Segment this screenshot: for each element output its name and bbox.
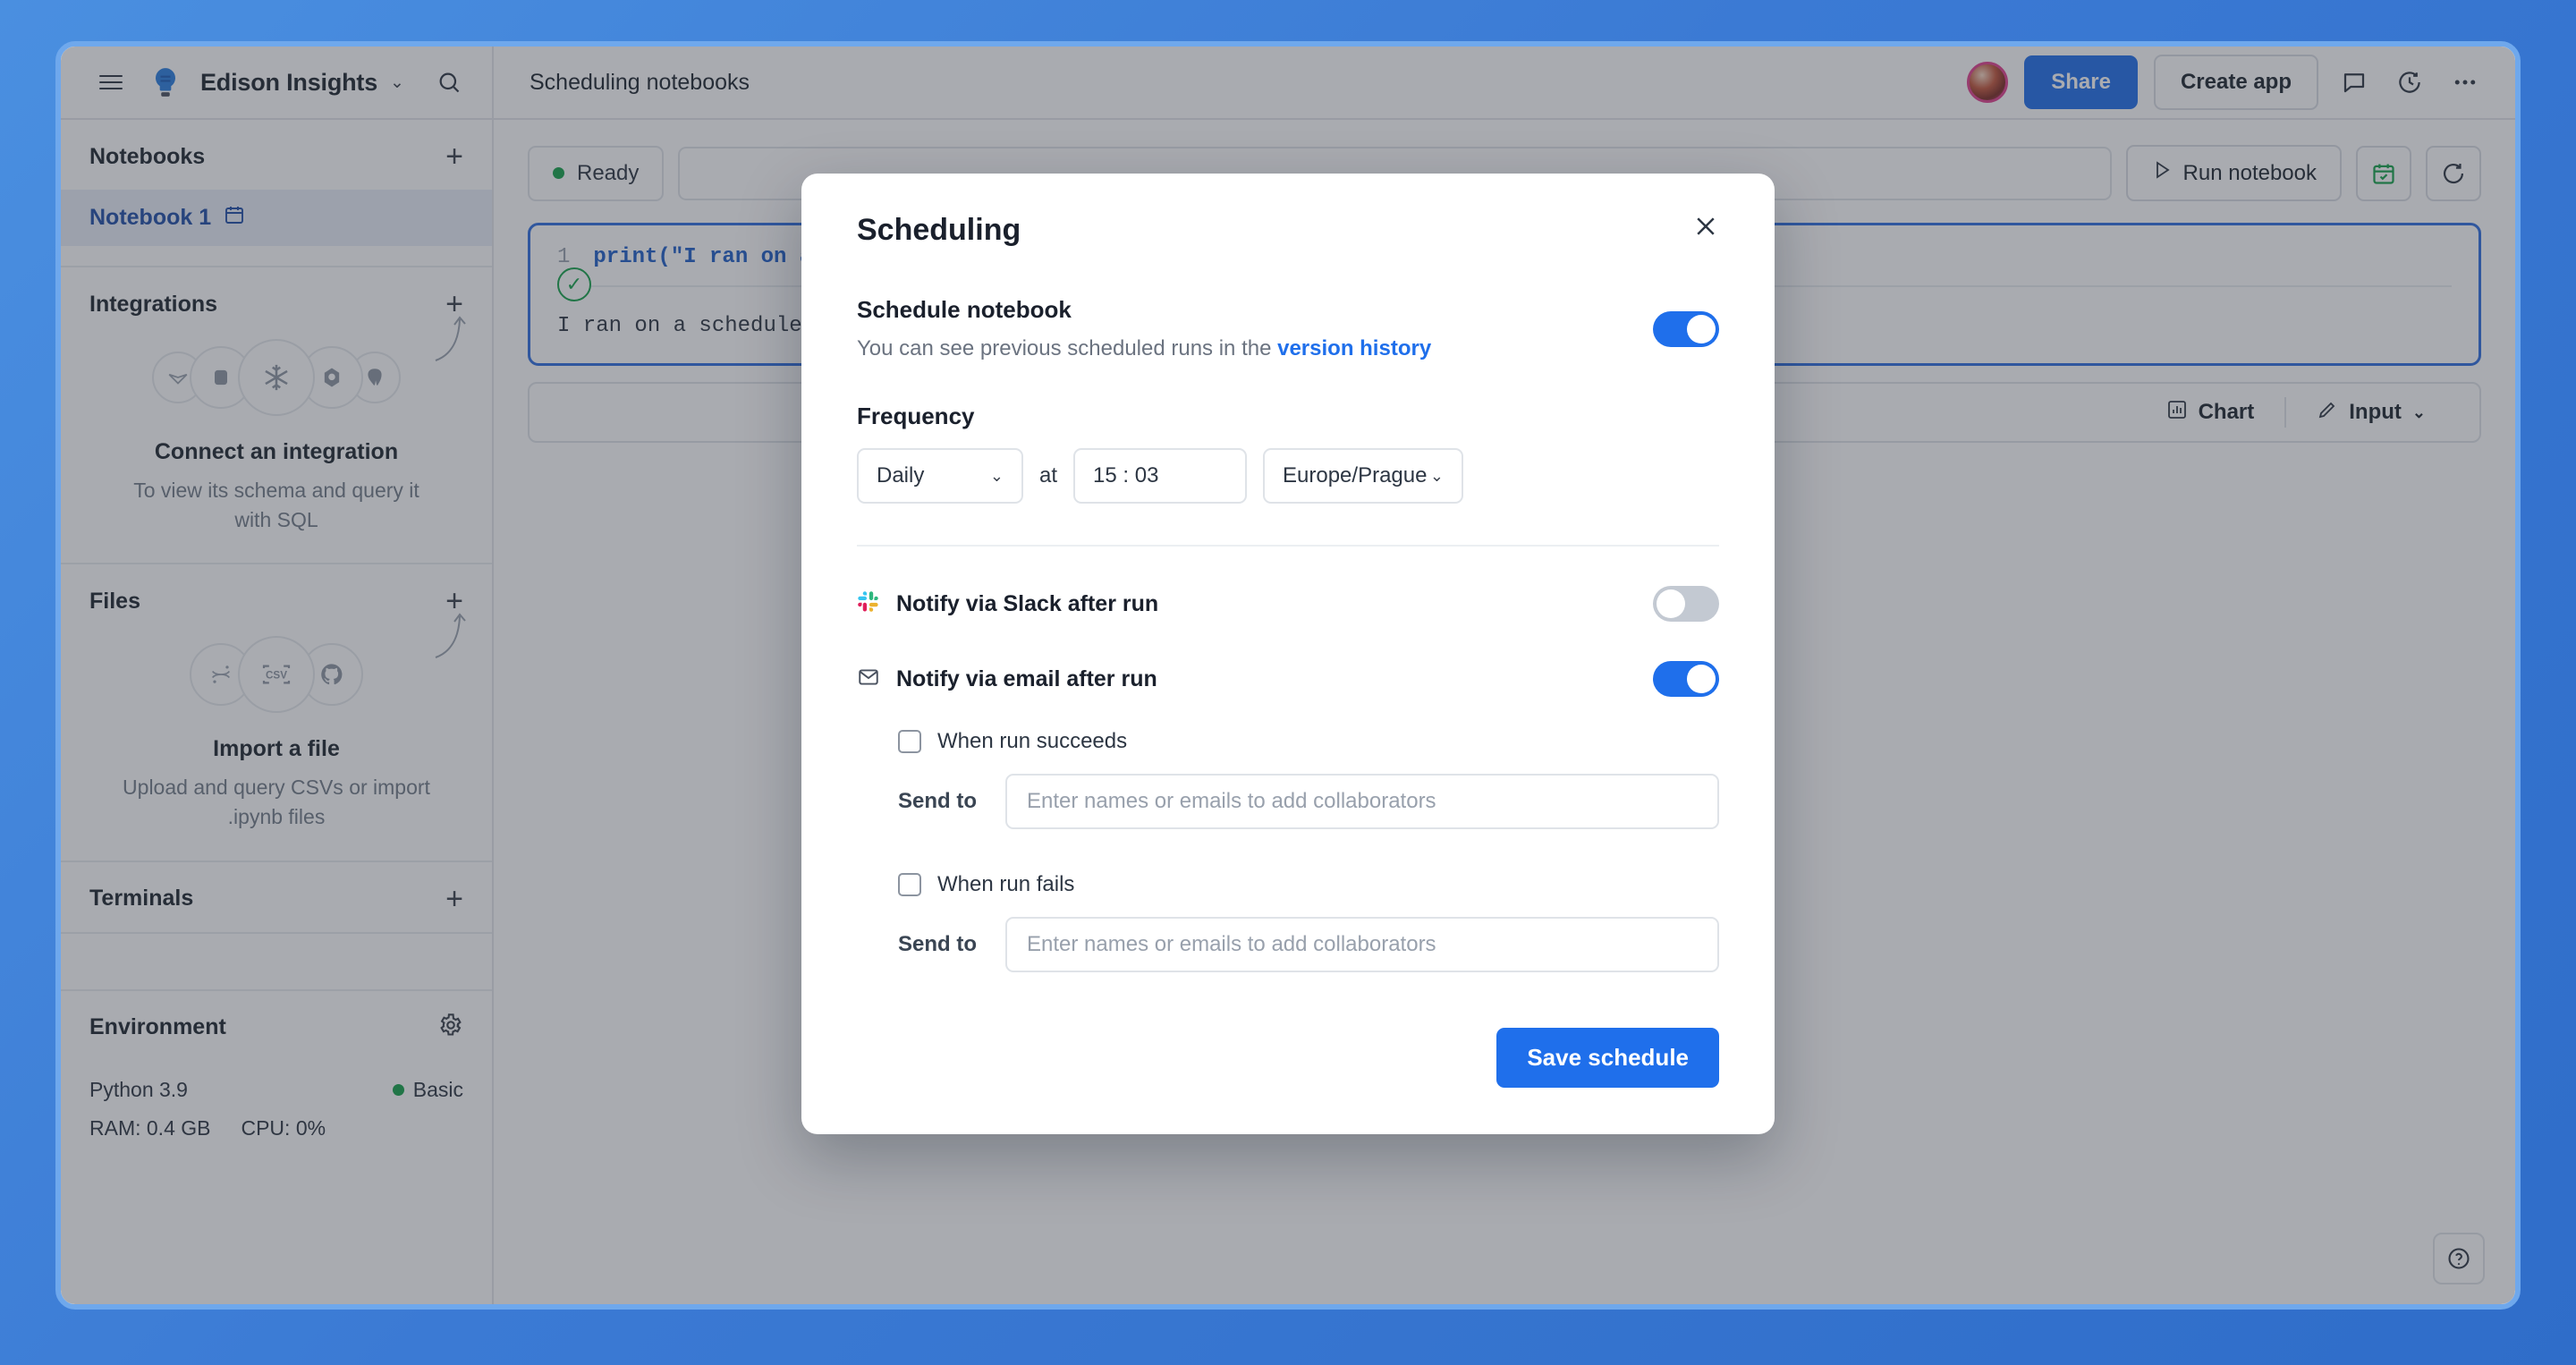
toggle-knob <box>1687 314 1716 343</box>
when-run-fails-checkbox[interactable] <box>898 873 921 896</box>
modal-title: Scheduling <box>857 213 1021 247</box>
envelope-icon <box>857 666 880 693</box>
when-run-succeeds-checkbox[interactable] <box>898 730 921 753</box>
modal-divider <box>857 545 1719 547</box>
when-run-succeeds-row[interactable]: When run succeeds <box>898 729 1719 754</box>
version-history-link[interactable]: version history <box>1277 336 1431 360</box>
schedule-notebook-title: Schedule notebook <box>857 296 1072 323</box>
scheduling-modal: Scheduling Schedule notebook You can see… <box>801 174 1775 1134</box>
failure-sendto-label: Send to <box>898 932 977 956</box>
chevron-down-icon: ⌄ <box>1429 466 1445 485</box>
toggle-knob <box>1687 665 1716 693</box>
when-run-succeeds-label: When run succeeds <box>937 729 1128 753</box>
time-input[interactable]: 15 : 03 <box>1073 448 1248 504</box>
when-run-fails-row[interactable]: When run fails <box>898 872 1719 897</box>
schedule-notebook-subtitle: You can see previous scheduled runs in t… <box>857 336 1653 361</box>
modal-footer: Save schedule <box>857 1028 1719 1088</box>
frequency-select[interactable]: Daily ⌄ <box>857 448 1023 504</box>
timezone-select[interactable]: Europe/Prague ⌄ <box>1263 448 1464 504</box>
slack-notify-row: Notify via Slack after run <box>857 586 1719 622</box>
modal-header: Scheduling <box>857 213 1719 248</box>
email-success-block: When run succeeds Send to <box>898 729 1719 829</box>
slack-notify-label: Notify via Slack after run <box>896 590 1159 616</box>
time-value: 15 : 03 <box>1093 463 1159 488</box>
close-icon[interactable] <box>1692 213 1719 242</box>
when-run-fails-label: When run fails <box>937 872 1075 896</box>
slack-icon <box>857 590 880 618</box>
frequency-value: Daily <box>877 463 925 488</box>
frequency-label: Frequency <box>857 403 975 429</box>
success-sendto-row: Send to <box>898 774 1719 829</box>
frequency-row: Daily ⌄ at 15 : 03 Europe/Prague ⌄ <box>857 448 1719 504</box>
save-schedule-button[interactable]: Save schedule <box>1496 1028 1719 1088</box>
schedule-notebook-row: Schedule notebook You can see previous s… <box>857 296 1719 361</box>
success-sendto-input[interactable] <box>1005 774 1719 829</box>
at-label: at <box>1039 463 1058 488</box>
success-sendto-label: Send to <box>898 789 977 813</box>
chevron-down-icon: ⌄ <box>989 466 1004 485</box>
email-notify-label: Notify via email after run <box>896 666 1157 691</box>
slack-notify-toggle[interactable] <box>1653 586 1719 622</box>
timezone-value: Europe/Prague <box>1283 463 1428 488</box>
email-notify-row: Notify via email after run <box>857 661 1719 697</box>
toggle-knob <box>1657 589 1685 618</box>
schedule-notebook-toggle[interactable] <box>1653 310 1719 347</box>
email-notify-toggle[interactable] <box>1653 661 1719 697</box>
failure-sendto-input[interactable] <box>1005 917 1719 972</box>
schedule-notebook-text: Schedule notebook You can see previous s… <box>857 296 1653 361</box>
failure-sendto-row: Send to <box>898 917 1719 972</box>
email-failure-block: When run fails Send to <box>898 872 1719 972</box>
subtitle-prefix: You can see previous scheduled runs in t… <box>857 336 1278 360</box>
